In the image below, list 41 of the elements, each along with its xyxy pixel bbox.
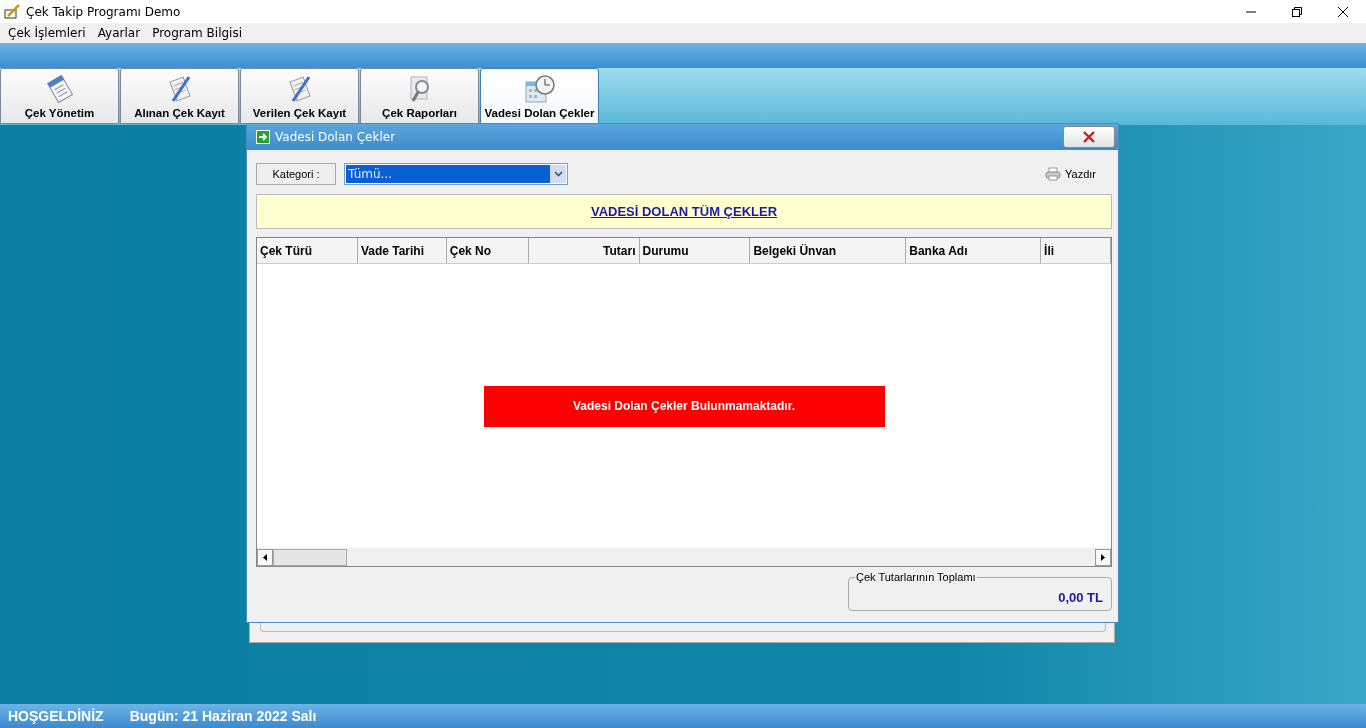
date-text: Bugün: 21 Haziran 2022 Salı	[129, 708, 317, 724]
category-dropdown[interactable]: Tümü...	[344, 163, 568, 185]
printer-icon	[1045, 167, 1061, 181]
category-button[interactable]: Kategori :	[256, 163, 336, 185]
arrow-icon	[256, 130, 270, 144]
column-header[interactable]: Belgeki Ünvan	[750, 238, 907, 263]
right-arrow-icon	[1101, 554, 1105, 561]
close-icon	[1082, 130, 1096, 144]
window-title: Çek Takip Programı Demo	[26, 4, 182, 19]
column-header[interactable]: İli	[1041, 238, 1111, 263]
menu-item[interactable]: Program Bilgisi	[146, 26, 248, 40]
close-button[interactable]	[1063, 126, 1115, 148]
column-header[interactable]: Durumu	[639, 238, 751, 263]
column-header[interactable]: Banka Adı	[906, 238, 1042, 263]
scroll-left-button[interactable]	[257, 549, 273, 566]
calendar-clock-icon	[523, 74, 556, 104]
column-header[interactable]: Vade Tarihi	[357, 238, 447, 263]
menu-item[interactable]: Ayarlar	[91, 26, 147, 40]
total-label: Çek Tutarlarının Toplamı	[855, 571, 977, 583]
close-icon	[1338, 6, 1348, 17]
toolbar-button[interactable]: Çek Yönetim	[0, 68, 119, 124]
chevron-down-icon	[553, 171, 563, 177]
menu-item[interactable]: Çek İşlemleri	[2, 26, 92, 40]
scrollbar-thumb[interactable]	[273, 549, 347, 566]
column-header[interactable]: Tutarı	[528, 238, 640, 263]
dialog-title: Vadesi Dolan Çekler	[275, 130, 397, 144]
scroll-right-button[interactable]	[1095, 549, 1111, 566]
print-button[interactable]: Yazdır	[1045, 167, 1096, 181]
toolbar-button[interactable]: Alınan Çek Kayıt	[120, 68, 239, 124]
toolbar-button[interactable]: Vadesi Dolan Çekler	[480, 68, 599, 124]
pencil-icon	[4, 3, 20, 20]
left-arrow-icon	[263, 554, 267, 561]
heading-link[interactable]: VADESİ DOLAN TÜM ÇEKLER	[590, 204, 778, 219]
total-value: 0,00 TL	[1058, 590, 1103, 605]
column-header[interactable]: Çek Türü	[257, 238, 358, 263]
welcome-text: HOŞGELDİNİZ	[8, 708, 104, 724]
empty-message: Vadesi Dolan Çekler Bulunmamaktadır.	[483, 385, 885, 427]
column-header[interactable]: Çek No	[446, 238, 529, 263]
toolbar-button[interactable]: Verilen Çek Kayıt	[240, 68, 359, 124]
restore-icon	[1292, 6, 1302, 17]
toolbar-button[interactable]: Çek Raporları	[360, 68, 479, 124]
